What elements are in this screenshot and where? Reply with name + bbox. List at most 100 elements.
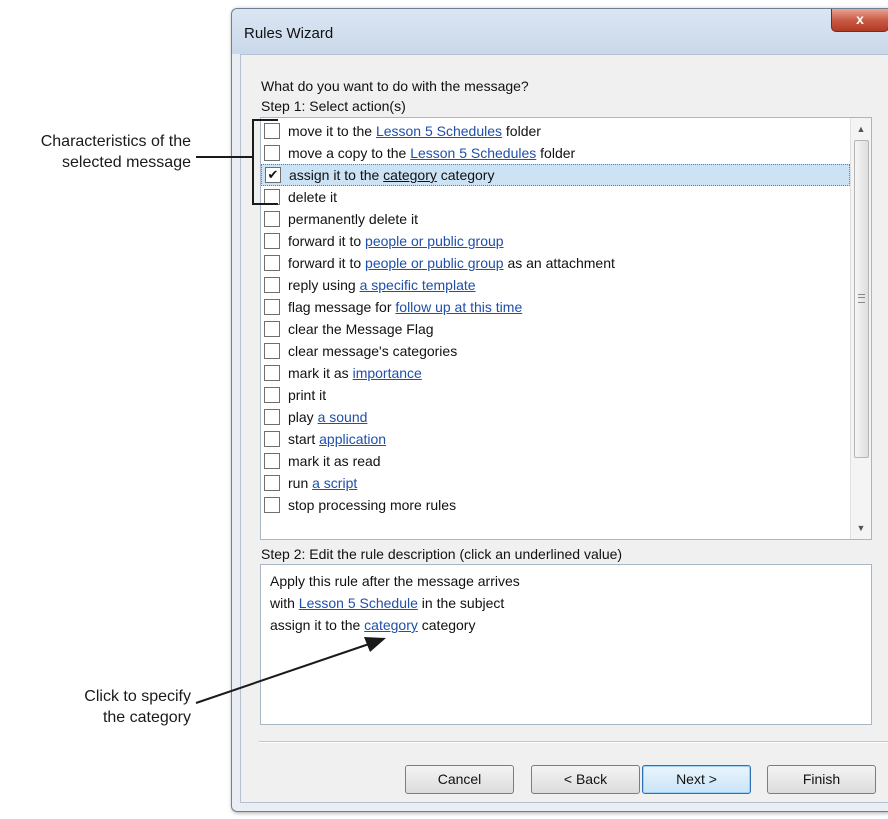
cancel-button[interactable]: Cancel bbox=[405, 765, 514, 794]
checkbox-icon[interactable] bbox=[264, 497, 280, 513]
action-item-label: mark it as bbox=[288, 365, 353, 381]
action-item-label: delete it bbox=[288, 189, 338, 205]
action-item-label: permanently delete it bbox=[288, 211, 418, 227]
checkbox-icon[interactable] bbox=[264, 145, 280, 161]
action-item-text: forward it to people or public group as … bbox=[288, 252, 615, 274]
action-item-link[interactable]: follow up at this time bbox=[395, 299, 522, 315]
step2-label: Step 2: Edit the rule description (click… bbox=[261, 546, 623, 562]
close-button[interactable]: x bbox=[831, 9, 888, 32]
footer-divider bbox=[259, 741, 888, 743]
action-item-text: reply using a specific template bbox=[288, 274, 476, 296]
action-item-text: move a copy to the Lesson 5 Schedules fo… bbox=[288, 142, 575, 164]
category-value-link[interactable]: category bbox=[364, 617, 418, 633]
action-item-text: stop processing more rules bbox=[288, 494, 456, 516]
action-item[interactable]: print it bbox=[261, 384, 850, 406]
action-item[interactable]: permanently delete it bbox=[261, 208, 850, 230]
close-icon: x bbox=[856, 11, 864, 27]
action-item-label: forward it to bbox=[288, 255, 366, 271]
checkbox-icon[interactable] bbox=[264, 453, 280, 469]
action-item-text: mark it as read bbox=[288, 450, 381, 472]
action-item-link[interactable]: category bbox=[383, 167, 437, 183]
checkbox-icon[interactable] bbox=[264, 255, 280, 271]
action-item[interactable]: play a sound bbox=[261, 406, 850, 428]
action-item-label: flag message for bbox=[288, 299, 396, 315]
next-button[interactable]: Next > bbox=[642, 765, 751, 794]
action-item-link[interactable]: a script bbox=[312, 475, 357, 491]
action-item-link[interactable]: a specific template bbox=[360, 277, 476, 293]
back-button[interactable]: < Back bbox=[531, 765, 640, 794]
checkbox-icon[interactable] bbox=[264, 431, 280, 447]
checkbox-icon[interactable] bbox=[264, 387, 280, 403]
action-item-text: play a sound bbox=[288, 406, 367, 428]
rule-description-box: Apply this rule after the message arrive… bbox=[260, 564, 872, 725]
action-item-link[interactable]: Lesson 5 Schedules bbox=[376, 123, 502, 139]
action-item-label: play bbox=[288, 409, 318, 425]
action-item-suffix: category bbox=[436, 167, 495, 183]
subject-value-link[interactable]: Lesson 5 Schedule bbox=[299, 595, 418, 611]
description-line-3-post: category bbox=[417, 617, 476, 633]
actions-listbox[interactable]: move it to the Lesson 5 Schedules folder… bbox=[260, 117, 872, 540]
actions-scrollbar[interactable]: ▲ ▼ bbox=[850, 118, 871, 539]
action-item-text: print it bbox=[288, 384, 326, 406]
action-item-link[interactable]: people or public group bbox=[365, 255, 504, 271]
action-item-label: stop processing more rules bbox=[288, 497, 457, 513]
action-item[interactable]: run a script bbox=[261, 472, 850, 494]
action-item[interactable]: ✔ assign it to the category category bbox=[261, 164, 850, 186]
finish-button[interactable]: Finish bbox=[767, 765, 876, 794]
description-line-2-post: in the subject bbox=[417, 595, 505, 611]
action-item[interactable]: mark it as importance bbox=[261, 362, 850, 384]
action-item[interactable]: clear message's categories bbox=[261, 340, 850, 362]
title-bar: Rules Wizard x bbox=[232, 9, 888, 54]
action-item-label: move it to the bbox=[288, 123, 376, 139]
actions-list: move it to the Lesson 5 Schedules folder… bbox=[261, 120, 850, 516]
action-item-text: forward it to people or public group bbox=[288, 230, 504, 252]
action-item-text: flag message for follow up at this time bbox=[288, 296, 522, 318]
action-item[interactable]: start application bbox=[261, 428, 850, 450]
action-item[interactable]: delete it bbox=[261, 186, 850, 208]
action-item[interactable]: forward it to people or public group bbox=[261, 230, 850, 252]
scrollbar-thumb[interactable] bbox=[854, 140, 869, 458]
checkbox-icon[interactable] bbox=[264, 211, 280, 227]
checkbox-icon[interactable] bbox=[264, 409, 280, 425]
step1-label: Step 1: Select action(s) bbox=[261, 98, 406, 114]
action-item-label: clear the Message Flag bbox=[288, 321, 434, 337]
checkbox-icon[interactable] bbox=[264, 343, 280, 359]
action-item-label: mark it as read bbox=[288, 453, 381, 469]
checkbox-icon[interactable] bbox=[264, 189, 280, 205]
checkbox-icon[interactable] bbox=[264, 299, 280, 315]
checkbox-checked-icon[interactable]: ✔ bbox=[265, 167, 281, 183]
action-item[interactable]: clear the Message Flag bbox=[261, 318, 850, 340]
checkbox-icon[interactable] bbox=[264, 233, 280, 249]
action-item-text: permanently delete it bbox=[288, 208, 418, 230]
action-item[interactable]: move it to the Lesson 5 Schedules folder bbox=[261, 120, 850, 142]
action-item[interactable]: move a copy to the Lesson 5 Schedules fo… bbox=[261, 142, 850, 164]
action-item-text: run a script bbox=[288, 472, 357, 494]
scroll-up-arrow-icon[interactable]: ▲ bbox=[851, 120, 871, 138]
action-item[interactable]: mark it as read bbox=[261, 450, 850, 472]
description-line-2: with Lesson 5 Schedule in the subject bbox=[270, 595, 504, 611]
action-item-link[interactable]: people or public group bbox=[365, 233, 504, 249]
action-item[interactable]: stop processing more rules bbox=[261, 494, 850, 516]
action-item[interactable]: forward it to people or public group as … bbox=[261, 252, 850, 274]
action-item-label: run bbox=[288, 475, 313, 491]
action-item-text: clear the Message Flag bbox=[288, 318, 434, 340]
action-item[interactable]: flag message for follow up at this time bbox=[261, 296, 850, 318]
action-item-link[interactable]: Lesson 5 Schedules bbox=[410, 145, 536, 161]
action-item-label: print it bbox=[288, 387, 327, 403]
checkbox-icon[interactable] bbox=[264, 277, 280, 293]
action-item-suffix: as an attachment bbox=[503, 255, 615, 271]
action-item-link[interactable]: application bbox=[319, 431, 386, 447]
scroll-down-arrow-icon[interactable]: ▼ bbox=[851, 519, 871, 537]
checkbox-icon[interactable] bbox=[264, 365, 280, 381]
action-item-link[interactable]: a sound bbox=[318, 409, 368, 425]
checkbox-icon[interactable] bbox=[264, 123, 280, 139]
action-item-label: move a copy to the bbox=[288, 145, 411, 161]
checkbox-icon[interactable] bbox=[264, 475, 280, 491]
callout-click-line2: the category bbox=[102, 709, 191, 726]
checkbox-icon[interactable] bbox=[264, 321, 280, 337]
callout-click-line1: Click to specify bbox=[84, 688, 191, 705]
callout-characteristics: Characteristics of the selected message bbox=[0, 131, 191, 173]
action-item[interactable]: reply using a specific template bbox=[261, 274, 850, 296]
action-item-text: clear message's categories bbox=[288, 340, 457, 362]
action-item-link[interactable]: importance bbox=[353, 365, 422, 381]
